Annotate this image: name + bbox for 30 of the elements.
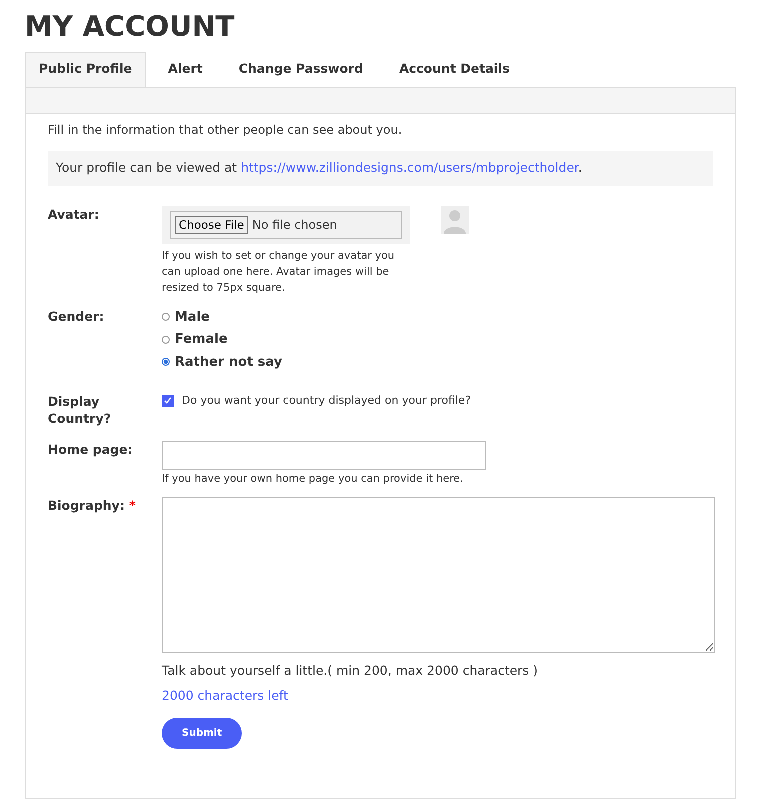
field-label: Display Country? <box>48 393 112 427</box>
checkbox[interactable] <box>162 395 174 408</box>
profile-link[interactable]: https://www.zilliondesigns.com/users/mbprojectholder <box>241 160 578 175</box>
file-status: No file chosen <box>252 216 338 234</box>
biography-help-text: Talk about yourself a little.( min 200, max 2000 characters ) <box>162 662 540 680</box>
avatar-help-text: If you wish to set or change your avatar you can upload one here. Avatar images will be resized to 75px square. <box>162 248 396 296</box>
tab[interactable]: Public Profile <box>25 52 146 87</box>
radio-button[interactable] <box>162 358 170 366</box>
field-label: Home page: <box>48 442 133 457</box>
page-title: MY ACCOUNT <box>25 9 236 45</box>
radio-label: Male <box>175 308 210 326</box>
radio-button[interactable] <box>162 313 170 322</box>
submit-button[interactable]: Submit <box>162 718 242 748</box>
field-label: Gender: <box>48 308 104 324</box>
avatar-placeholder-icon <box>441 206 469 234</box>
field-label: Avatar: <box>48 206 100 222</box>
profile-link-notice: Your profile can be viewed at https://www.zilliondesigns.com/users/mbprojectholder. <box>48 150 713 186</box>
character-counter: 2000 characters left <box>162 686 290 705</box>
required-mark: * <box>129 498 136 513</box>
intro-text: Fill in the information that other people can see about you. <box>48 122 404 139</box>
home-page-help-text: If you have your own home page you can provide it here. <box>162 472 464 487</box>
biography-field[interactable] <box>162 497 715 653</box>
choose-file-button[interactable]: Choose File <box>175 216 248 234</box>
radio-button[interactable] <box>162 336 170 344</box>
file-field[interactable]: Choose File No file chosen <box>170 210 402 238</box>
checkbox-label: Do you want your country displayed on your profile? <box>182 393 472 409</box>
radio-label: Rather not say <box>175 354 283 372</box>
home-page-field[interactable] <box>162 441 486 470</box>
radio-label: Female <box>175 331 228 349</box>
field-label: Biography: <box>48 498 125 513</box>
